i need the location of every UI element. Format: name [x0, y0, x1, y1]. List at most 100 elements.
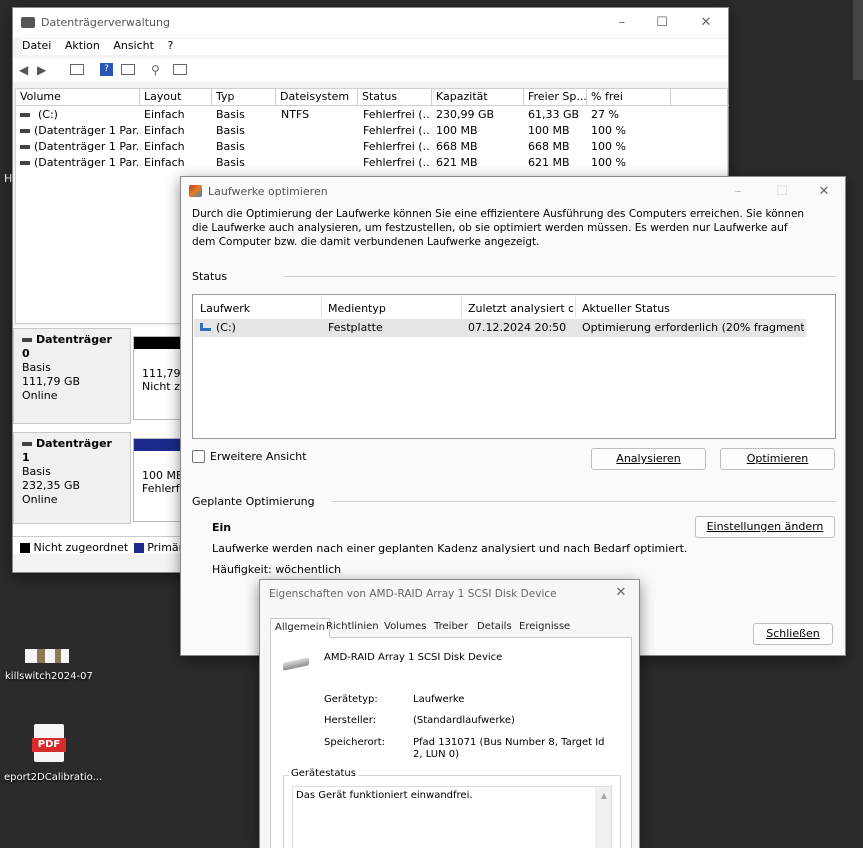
value-hersteller: (Standardlaufwerke) [413, 715, 515, 726]
panel-icon[interactable] [121, 64, 135, 75]
cell-freier-speicher: 61,33 GB [528, 108, 580, 121]
menu-datei[interactable]: Datei [22, 39, 51, 52]
forward-icon[interactable]: ▶ [37, 63, 46, 77]
properties-icon[interactable] [173, 64, 187, 75]
cell-laufwerk: (C:) [216, 321, 236, 334]
cell-freier-speicher: 100 MB [528, 124, 570, 137]
col-prozent-frei[interactable]: % frei [587, 89, 671, 106]
table-row[interactable]: (C:) Einfach Basis NTFS Fehlerfrei (... … [16, 107, 727, 123]
table-row[interactable]: (C:) Festplatte 07.12.2024 20:50 Optimie… [194, 319, 806, 337]
desktop-icon-pdf[interactable]: PDF eport2DCalibratio... [0, 722, 105, 792]
col-typ[interactable]: Typ [212, 89, 276, 106]
desktop-icon-label: eport2DCalibratio... [4, 772, 103, 783]
col-layout[interactable]: Layout [140, 89, 212, 106]
optimize-button[interactable]: Optimieren [720, 448, 835, 470]
col-status[interactable]: Status [358, 89, 432, 106]
col-freier-speicher[interactable]: Freier Sp... [524, 89, 587, 106]
disk-card[interactable]: Datenträger 0 Basis 111,79 GB Online [13, 328, 131, 424]
cell-prozent-frei: 100 % [591, 156, 626, 169]
close-dialog-button[interactable]: Schließen [753, 623, 833, 645]
partition-block[interactable]: 111,79 G Nicht zu [133, 336, 183, 420]
desktop-icon-label: killswitch2024-07 [5, 671, 93, 682]
cell-zuletzt-analysiert: 07.12.2024 20:50 [468, 321, 567, 334]
status-divider [284, 276, 836, 277]
connect-icon[interactable]: ⚲ [151, 63, 160, 77]
table-row[interactable]: (Datenträger 1 Par... Einfach Basis Fehl… [16, 155, 727, 171]
minimize-button[interactable]: – [719, 181, 757, 203]
col-kapazitaet[interactable]: Kapazität [432, 89, 524, 106]
cell-dateisystem: NTFS [281, 108, 310, 121]
device-status-text: Das Gerät funktioniert einwandfrei. [296, 790, 473, 801]
cell-typ: Basis [216, 124, 245, 137]
cell-typ: Basis [216, 108, 245, 121]
tab-treiber[interactable]: Treiber [430, 618, 472, 638]
cell-layout: Einfach [144, 156, 185, 169]
disk-size: 232,35 GB [22, 479, 81, 492]
desktop-icon-killswitch[interactable]: killswitch2024-07 [0, 645, 95, 685]
window-title: Eigenschaften von AMD-RAID Array 1 SCSI … [269, 588, 557, 600]
legend-unallocated: Nicht zugeordnet [33, 541, 129, 554]
disk-card[interactable]: Datenträger 1 Basis 232,35 GB Online [13, 432, 131, 524]
advanced-view-checkbox[interactable] [192, 450, 205, 463]
disk-management-titlebar[interactable]: Datenträgerverwaltung – ☐ ✕ [13, 8, 728, 38]
partition-block[interactable]: 100 MB Fehlerfr [133, 438, 183, 522]
col-laufwerk[interactable]: Laufwerk [200, 302, 250, 315]
analyze-button[interactable]: Analysieren [591, 448, 706, 470]
scroll-up-icon[interactable]: ▲ [601, 791, 607, 800]
menu-aktion[interactable]: Aktion [65, 39, 100, 52]
change-settings-button[interactable]: Einstellungen ändern [695, 516, 835, 538]
tab-allgemein[interactable]: Allgemein [270, 618, 330, 638]
maximize-button[interactable]: ☐ [643, 12, 681, 34]
cell-kapazitaet: 230,99 GB [436, 108, 495, 121]
device-status-label: Gerätestatus [289, 768, 358, 779]
optimize-app-icon [189, 185, 202, 197]
table-row[interactable]: (Datenträger 1 Par... Einfach Basis Fehl… [16, 139, 727, 155]
label-speicherort: Speicherort: [324, 737, 386, 748]
advanced-view-label[interactable]: Erweitere Ansicht [210, 450, 307, 463]
maximize-button[interactable]: ☐ [763, 181, 801, 203]
properties-titlebar[interactable]: Eigenschaften von AMD-RAID Array 1 SCSI … [260, 580, 639, 608]
close-button[interactable]: ✕ [606, 582, 636, 604]
legend-swatch-primary [133, 543, 144, 553]
close-button[interactable]: ✕ [805, 181, 843, 203]
toolbar: ◀ ▶ ? ⚲ [13, 58, 728, 82]
scheduled-state: Ein [212, 521, 232, 534]
menu-help[interactable]: ? [167, 39, 173, 52]
cell-status: Fehlerfrei (... [363, 124, 431, 137]
col-zuletzt-analysiert[interactable]: Zuletzt analysiert o... [468, 302, 573, 315]
cell-freier-speicher: 621 MB [528, 156, 570, 169]
close-button[interactable]: ✕ [687, 12, 725, 34]
drive-icon [20, 161, 30, 165]
tab-richtlinien[interactable]: Richtlinien [322, 618, 383, 638]
tab-ereignisse[interactable]: Ereignisse [515, 618, 574, 638]
scheduled-label: Geplante Optimierung [192, 495, 315, 508]
device-status-group: Gerätestatus Das Gerät funktioniert einw… [283, 768, 621, 848]
minimize-button[interactable]: – [603, 12, 641, 34]
cell-kapazitaet: 621 MB [436, 156, 478, 169]
col-medientyp[interactable]: Medientyp [328, 302, 386, 315]
console-icon[interactable] [70, 64, 84, 75]
cell-status: Fehlerfrei (... [363, 156, 431, 169]
optimize-titlebar[interactable]: Laufwerke optimieren – ☐ ✕ [181, 177, 845, 207]
cell-typ: Basis [216, 156, 245, 169]
col-aktueller-status[interactable]: Aktueller Status [582, 302, 670, 315]
tab-details[interactable]: Details [473, 618, 516, 638]
label-hersteller: Hersteller: [324, 715, 377, 726]
table-row[interactable]: (Datenträger 1 Par... Einfach Basis Fehl… [16, 123, 727, 139]
tab-volumes[interactable]: Volumes [380, 618, 430, 638]
cell-layout: Einfach [144, 108, 185, 121]
cell-prozent-frei: 27 % [591, 108, 619, 121]
menu-ansicht[interactable]: Ansicht [113, 39, 154, 52]
help-icon[interactable]: ? [100, 63, 113, 76]
scheduled-frequency: Häufigkeit: wöchentlich [212, 563, 342, 576]
col-sep [575, 297, 576, 317]
label-geraetetyp: Gerätetyp: [324, 694, 378, 705]
back-icon[interactable]: ◀ [19, 63, 28, 77]
cell-medientyp: Festplatte [328, 321, 383, 334]
col-sep [461, 297, 462, 317]
tab-panel: AMD-RAID Array 1 SCSI Disk Device Geräte… [270, 638, 632, 848]
desktop-right-strip [853, 0, 863, 80]
col-volume[interactable]: Volume [16, 89, 140, 106]
col-dateisystem[interactable]: Dateisystem [276, 89, 358, 106]
drive-icon [200, 323, 211, 331]
